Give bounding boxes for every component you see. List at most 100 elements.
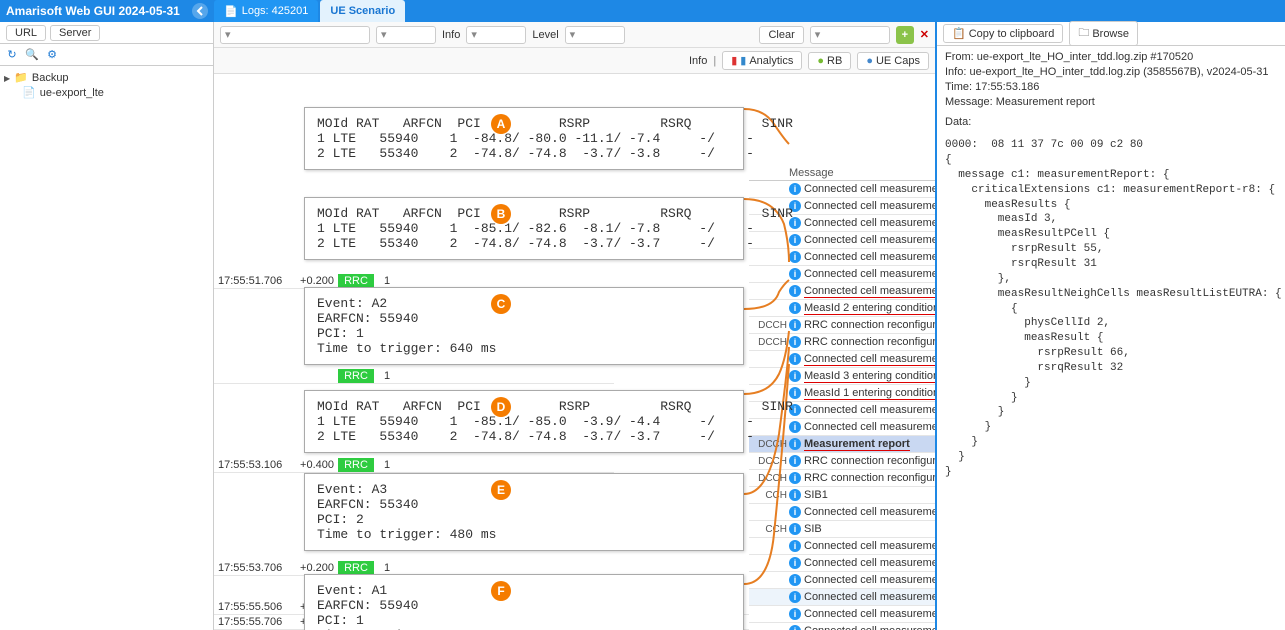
event-line: EARFCN: 55940: [317, 311, 731, 326]
clear-button[interactable]: Clear: [759, 26, 803, 44]
folder-icon: [14, 71, 28, 84]
copy-clipboard-button[interactable]: 📋Copy to clipboard: [943, 24, 1063, 43]
ueid-cell: 1: [374, 458, 400, 472]
message-row[interactable]: iConnected cell measurement refresh: [749, 351, 935, 368]
level-select[interactable]: [565, 26, 625, 44]
event-panel: CEvent: A2EARFCN: 55940PCI: 1Time to tri…: [304, 287, 744, 365]
message-text: MeasId 2 entering condition: [804, 302, 935, 315]
message-row[interactable]: DCCHiRRC connection reconfiguration comp…: [749, 334, 935, 351]
ueid-cell: 1: [374, 369, 400, 383]
uecaps-button[interactable]: ●UE Caps: [857, 52, 929, 70]
event-line: Event: A1: [317, 583, 731, 598]
message-text: SIB: [804, 523, 822, 535]
message-text: RRC connection reconfiguration: [804, 455, 935, 467]
message-text: Connected cell measurement refresh: [804, 574, 935, 586]
event-panel: FEvent: A1EARFCN: 55940PCI: 1Time to tri…: [304, 574, 744, 630]
layer-cell: RRC: [338, 458, 374, 472]
message-row[interactable]: iConnected cell measurement refresh: [749, 589, 935, 606]
panel-badge: C: [491, 294, 511, 314]
filter-row-1: Info Level Clear + ✕: [214, 22, 935, 48]
message-row[interactable]: iConnected cell measurement refresh: [749, 555, 935, 572]
message-text: RRC connection reconfiguration complete: [804, 472, 935, 484]
source-select[interactable]: [220, 26, 370, 44]
layer-cell: RRC: [338, 369, 374, 383]
panel-badge: D: [491, 397, 511, 417]
tab-logs[interactable]: Logs: 425201: [214, 0, 318, 22]
message-row[interactable]: iConnected cell measurement refresh: [749, 572, 935, 589]
message-row[interactable]: DCCHiMeasurement report: [749, 436, 935, 453]
message-row[interactable]: iConnected cell measurement refresh: [749, 181, 935, 198]
panel-data-row: 2 LTE 55340 2 -74.8/ -74.8 -3.7/ -3.7 -/…: [317, 429, 731, 444]
tree-root[interactable]: Backup: [4, 70, 209, 85]
panel-data-row: 1 LTE 55940 1 -84.8/ -80.0 -11.1/ -7.4 -…: [317, 131, 731, 146]
detail-hex: 0000: 08 11 37 7c 00 09 c2 80 ..7|.... {…: [937, 134, 1285, 483]
message-row[interactable]: iConnected cell measurement refresh: [749, 249, 935, 266]
add-filter-button[interactable]: +: [896, 26, 914, 44]
message-text: Connected cell measurement refresh: [804, 608, 935, 620]
channel-label: DCCH: [749, 456, 787, 467]
ueid-cell: 1: [374, 561, 400, 575]
message-row[interactable]: iConnected cell measurement refresh: [749, 232, 935, 249]
panel-badge: B: [491, 204, 511, 224]
message-row[interactable]: iConnected cell measurement refresh: [749, 419, 935, 436]
expand-icon[interactable]: [4, 72, 10, 84]
tree-item[interactable]: ue-export_lte: [4, 85, 209, 100]
analytics-button[interactable]: ▮▮Analytics: [722, 51, 802, 70]
message-row[interactable]: iMeasId 2 entering condition: [749, 300, 935, 317]
message-row[interactable]: iConnected cell measurement refresh: [749, 283, 935, 300]
message-row[interactable]: iConnected cell measurement refresh: [749, 606, 935, 623]
rb-button[interactable]: ●RB: [808, 52, 851, 70]
left-toolbar: ↻ 🔍 ⚙: [0, 44, 213, 66]
info-label: Info: [442, 29, 460, 41]
layer-cell: RRC: [338, 274, 374, 288]
refresh-icon[interactable]: ↻: [4, 47, 20, 63]
msg-header: Message: [749, 166, 935, 181]
log-row[interactable]: RRC1: [214, 369, 614, 384]
message-row[interactable]: iConnected cell measurement refresh: [749, 538, 935, 555]
file-tree: Backup ue-export_lte: [0, 66, 213, 104]
info-icon: i: [789, 387, 801, 399]
message-row[interactable]: iConnected cell measurement refresh: [749, 623, 935, 630]
message-text: Connected cell measurement refresh: [804, 183, 935, 195]
panel-data-row: 1 LTE 55940 1 -85.1/ -82.6 -8.1/ -7.8 -/…: [317, 221, 731, 236]
message-row[interactable]: DCCHiRRC connection reconfiguration comp…: [749, 470, 935, 487]
left-tab-server[interactable]: Server: [50, 25, 100, 41]
info-icon: i: [789, 625, 801, 630]
log-row[interactable]: 17:55:53.106+0.400RRC1: [214, 458, 614, 473]
filter-select[interactable]: [810, 26, 890, 44]
message-row[interactable]: CCHiSIB: [749, 521, 935, 538]
type-select[interactable]: [376, 26, 436, 44]
message-row[interactable]: iConnected cell measurement refresh: [749, 504, 935, 521]
info-icon: i: [789, 251, 801, 263]
info-icon: i: [789, 234, 801, 246]
collapse-icon[interactable]: [192, 3, 208, 19]
gear-icon[interactable]: ⚙: [44, 47, 60, 63]
left-tab-url[interactable]: URL: [6, 25, 46, 41]
message-text: Connected cell measurement refresh: [804, 421, 935, 433]
message-row[interactable]: DCCHiRRC connection reconfiguration: [749, 317, 935, 334]
time-cell: 17:55:53.706: [214, 561, 292, 575]
app-header: Amarisoft Web GUI 2024-05-31: [0, 0, 214, 22]
tab-ue-scenario[interactable]: UE Scenario: [320, 0, 405, 22]
remove-filter-button[interactable]: ✕: [920, 28, 929, 41]
time-cell: [214, 369, 292, 383]
message-row[interactable]: DCCHiRRC connection reconfiguration: [749, 453, 935, 470]
info-select[interactable]: [466, 26, 526, 44]
info-icon: i: [789, 302, 801, 314]
find-icon[interactable]: 🔍: [24, 47, 40, 63]
message-text: Connected cell measurement refresh: [804, 625, 935, 630]
message-row[interactable]: iMeasId 3 entering condition: [749, 368, 935, 385]
panel-badge: E: [491, 480, 511, 500]
filter-row-2: Info | ▮▮Analytics ●RB ●UE Caps: [214, 48, 935, 74]
message-text: Connected cell measurement refresh: [804, 234, 935, 246]
message-row[interactable]: CCHiSIB1: [749, 487, 935, 504]
browse-button[interactable]: 🗀Browse: [1069, 21, 1138, 46]
message-text: Connected cell measurement refresh: [804, 251, 935, 263]
event-line: Time to trigger: 480 ms: [317, 527, 731, 542]
layer-cell: RRC: [338, 561, 374, 575]
message-row[interactable]: iConnected cell measurement refresh: [749, 266, 935, 283]
measurement-panel: AMOId RAT ARFCN PCI RSRP RSRQ SINR1 LTE …: [304, 107, 744, 170]
message-text: Measurement report: [804, 438, 910, 451]
offset-cell: +0.200: [292, 561, 338, 575]
browse-icon: 🗀: [1078, 24, 1089, 43]
